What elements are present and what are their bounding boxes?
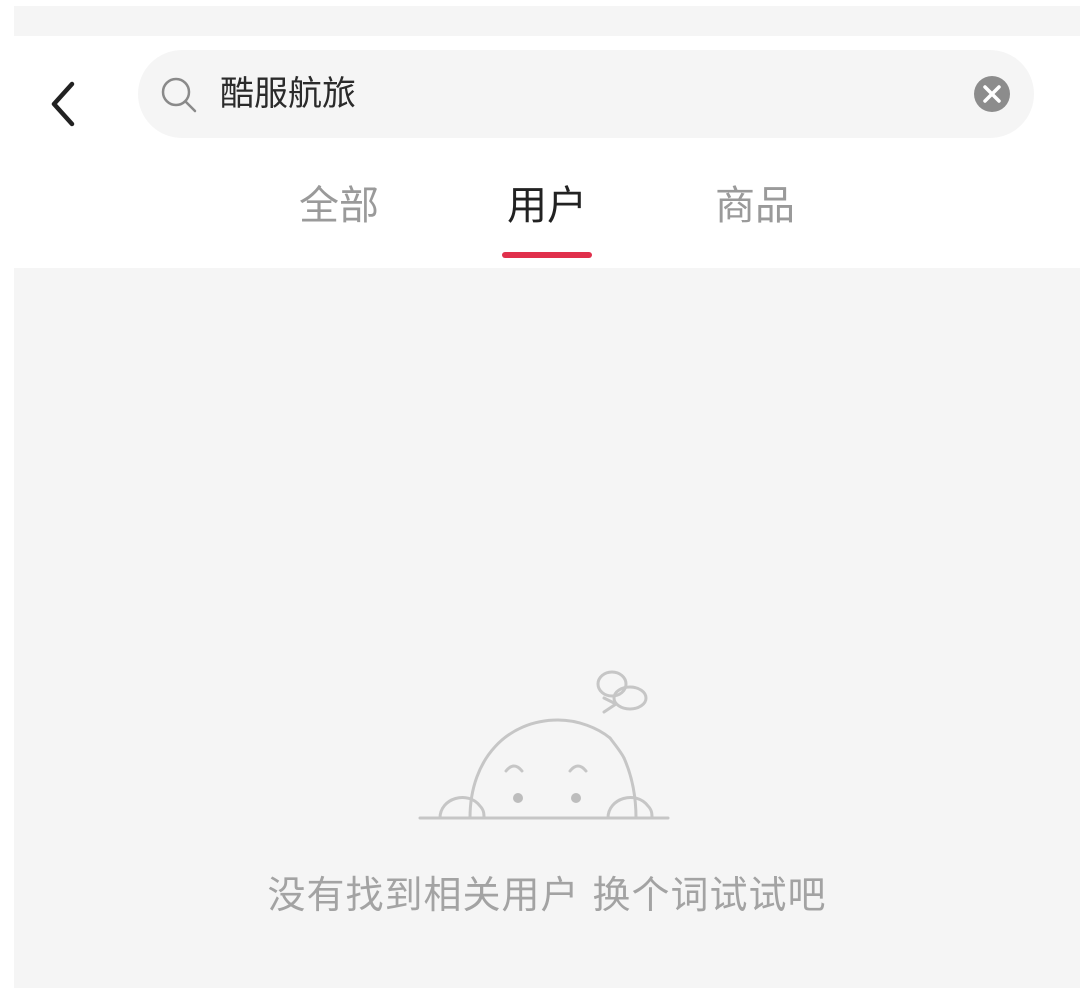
chevron-left-icon: [51, 81, 75, 127]
search-input[interactable]: 酷服航旅: [138, 50, 1034, 138]
back-button[interactable]: [42, 74, 86, 134]
app-frame: 酷服航旅 全部 用户 商品 没有找到相关用户 换个词试试吧: [14, 6, 1080, 988]
active-tab-indicator: [502, 252, 592, 258]
clear-icon[interactable]: [974, 76, 1010, 112]
tab-all[interactable]: 全部: [294, 176, 384, 236]
empty-state-message: 没有找到相关用户 换个词试试吧: [267, 873, 827, 917]
peeking-character-illustration: [418, 670, 670, 820]
results-area: 没有找到相关用户 换个词试试吧: [14, 268, 1080, 988]
tab-products[interactable]: 商品: [710, 176, 800, 236]
status-bar-strip: [14, 6, 1080, 36]
result-tabs: 全部 用户 商品: [14, 156, 1080, 268]
search-query-text: 酷服航旅: [220, 74, 356, 114]
tab-users[interactable]: 用户: [502, 176, 592, 236]
search-icon: [161, 77, 197, 113]
search-header: 酷服航旅 全部 用户 商品: [14, 36, 1080, 268]
